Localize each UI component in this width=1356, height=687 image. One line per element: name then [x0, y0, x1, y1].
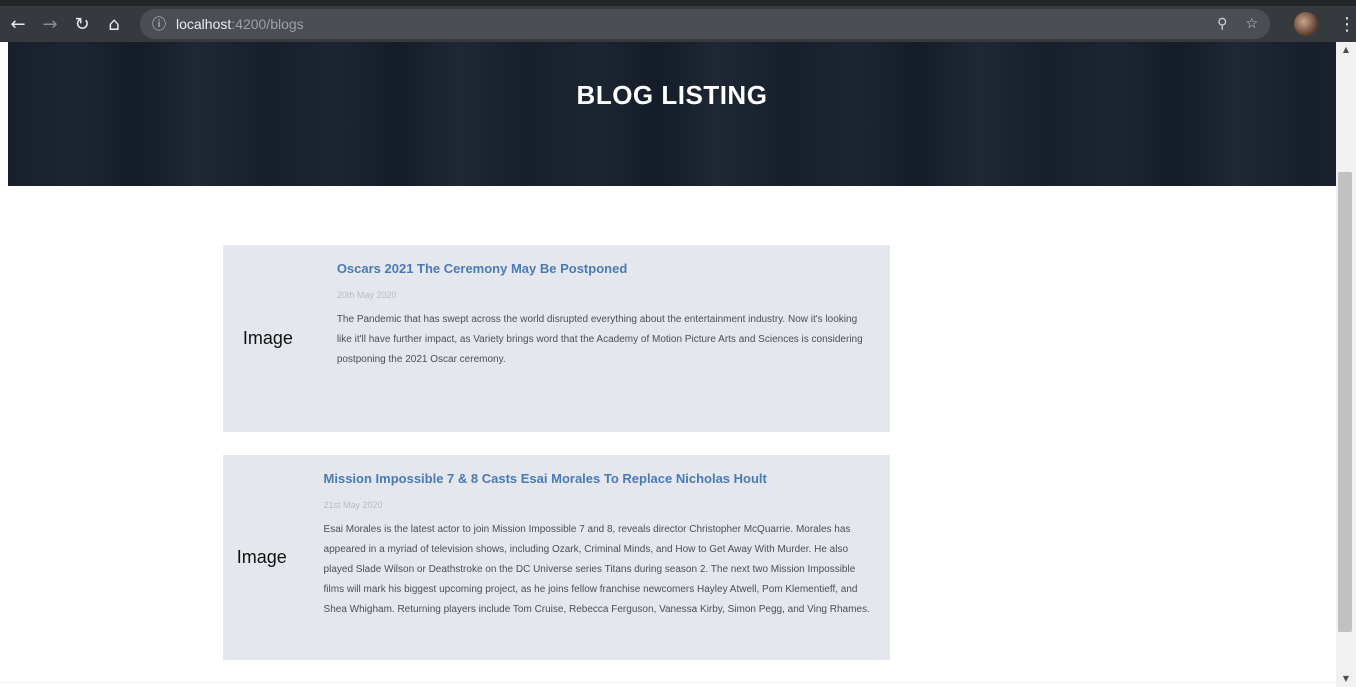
vertical-scrollbar[interactable]: ▲ ▼	[1336, 42, 1356, 687]
blog-date: 21st May 2020	[323, 500, 383, 510]
url-text[interactable]: localhost:4200/blogs	[176, 16, 304, 32]
blog-card[interactable]: Image Mission Impossible 7 & 8 Casts Esa…	[223, 455, 890, 660]
url-host: localhost	[176, 16, 232, 32]
home-icon[interactable]: ⌂	[100, 10, 128, 38]
scroll-up-icon[interactable]: ▲	[1336, 42, 1356, 58]
blog-content: Oscars 2021 The Ceremony May Be Postpone…	[312, 245, 890, 432]
back-arrow-icon[interactable]: ←	[4, 10, 32, 38]
more-menu-icon[interactable]: ⋮	[1338, 14, 1356, 35]
blog-title[interactable]: Oscars 2021 The Ceremony May Be Postpone…	[337, 261, 868, 276]
blog-content: Mission Impossible 7 & 8 Casts Esai Mora…	[300, 455, 890, 660]
divider	[0, 682, 1336, 683]
profile-avatar[interactable]	[1294, 12, 1318, 36]
scroll-down-icon[interactable]: ▼	[1336, 671, 1356, 687]
forward-arrow-icon[interactable]: →	[36, 10, 64, 38]
address-bar[interactable]: ⓘ localhost:4200/blogs ⚲ ☆	[140, 9, 1270, 39]
blog-image-placeholder: Image	[223, 455, 301, 660]
page-viewport: BLOG LISTING Image Oscars 2021 The Cerem…	[0, 42, 1336, 687]
browser-toolbar: ← → ↻ ⌂ ⓘ localhost:4200/blogs ⚲ ☆ ⋮	[0, 0, 1356, 42]
scrollbar-thumb[interactable]	[1338, 172, 1352, 632]
blog-date: 20th May 2020	[336, 290, 397, 300]
star-icon[interactable]: ☆	[1245, 16, 1258, 32]
blog-image-placeholder: Image	[223, 245, 313, 432]
blog-excerpt: The Pandemic that has swept across the w…	[336, 314, 863, 365]
zoom-icon[interactable]: ⚲	[1217, 16, 1227, 32]
blog-title[interactable]: Mission Impossible 7 & 8 Casts Esai Mora…	[324, 471, 878, 486]
hero-banner: BLOG LISTING	[8, 42, 1336, 186]
info-icon[interactable]: ⓘ	[152, 14, 166, 34]
blog-excerpt: Esai Morales is the latest actor to join…	[323, 524, 870, 615]
blog-card[interactable]: Image Oscars 2021 The Ceremony May Be Po…	[223, 245, 890, 432]
reload-icon[interactable]: ↻	[68, 10, 96, 38]
url-path: :4200/blogs	[231, 16, 304, 32]
page-title: BLOG LISTING	[576, 80, 768, 110]
